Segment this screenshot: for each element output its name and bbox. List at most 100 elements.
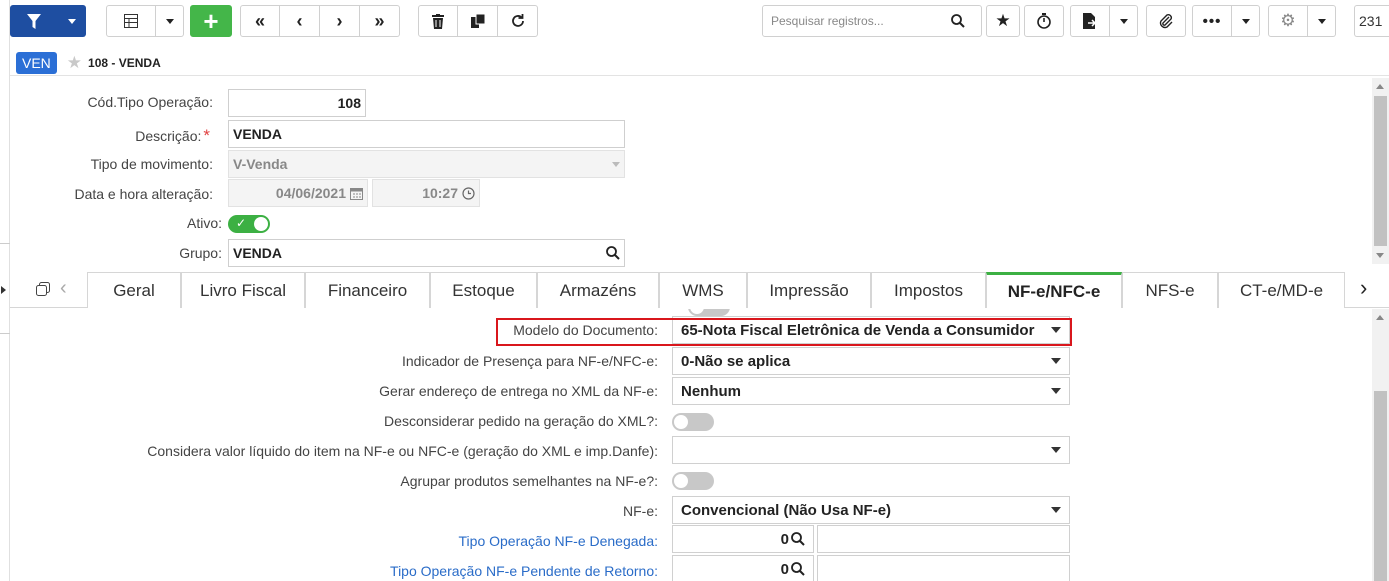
attachment-button[interactable]	[1146, 5, 1186, 37]
favorite-star-icon[interactable]: ★	[67, 53, 82, 73]
duplicate-icon[interactable]	[36, 282, 50, 296]
search-icon[interactable]	[791, 562, 805, 576]
next-record-button[interactable]: ›	[320, 5, 360, 37]
scroll-down-icon[interactable]	[1376, 253, 1384, 258]
prev-record-button[interactable]: ‹	[280, 5, 320, 37]
expand-panel-icon[interactable]	[1, 286, 6, 294]
refresh-button[interactable]	[498, 5, 538, 37]
tab-nfe-nfce[interactable]: NF-e/NFC-e	[986, 272, 1122, 308]
left-panel-strip	[0, 0, 10, 581]
chevron-down-icon	[165, 18, 174, 24]
desconsiderar-toggle[interactable]	[672, 413, 714, 431]
nfe-tab-content: Modelo do Documento: 65-Nota Fiscal Elet…	[10, 309, 1389, 581]
strip-divider	[0, 333, 10, 334]
grid-view-button[interactable]	[106, 5, 156, 37]
search-icon[interactable]	[606, 246, 620, 260]
search-icon[interactable]	[791, 532, 805, 546]
favorite-button[interactable]: ★	[986, 5, 1020, 37]
endereco-select[interactable]: Nenhum	[672, 377, 1070, 405]
denegada-code-field[interactable]: 0	[672, 525, 814, 553]
content-scrollbar[interactable]	[1372, 309, 1389, 581]
search-input[interactable]	[763, 7, 943, 35]
scroll-up-icon[interactable]	[1376, 84, 1384, 89]
considera-select[interactable]	[672, 436, 1070, 464]
highlight-box	[496, 318, 1072, 346]
tipo-label: Tipo de movimento:	[90, 156, 213, 172]
more-dropdown-button[interactable]	[1232, 5, 1260, 37]
delete-button[interactable]	[418, 5, 458, 37]
first-record-button[interactable]: «	[240, 5, 280, 37]
gear-icon: ⚙	[1280, 11, 1296, 30]
date-field: 04/06/2021	[228, 179, 368, 207]
ativo-label: Ativo:	[186, 215, 222, 231]
tab-impressao[interactable]: Impressão	[747, 272, 871, 308]
scrollbar-thumb[interactable]	[1374, 96, 1387, 246]
cod-field[interactable]: 108	[228, 89, 366, 117]
clip-icon	[1159, 14, 1173, 29]
module-badge: VEN	[16, 51, 57, 74]
grupo-label: Grupo:	[179, 245, 222, 261]
tab-nfs-e[interactable]: NFS-e	[1122, 272, 1218, 308]
tab-financeiro[interactable]: Financeiro	[305, 272, 430, 308]
data-label: Data e hora alteração:	[74, 186, 213, 202]
denegada-desc-field[interactable]	[817, 525, 1070, 553]
settings-button[interactable]: ⚙	[1268, 5, 1308, 37]
tab-livro-fiscal[interactable]: Livro Fiscal	[181, 272, 305, 308]
chevron-down-icon	[1051, 447, 1061, 453]
partial-toggle[interactable]	[688, 309, 730, 316]
filter-dropdown-button[interactable]	[58, 5, 86, 37]
ativo-toggle[interactable]: ✓	[228, 215, 270, 233]
app-window: + « ‹ › » ★ •••	[10, 0, 1389, 581]
strip-divider	[0, 243, 10, 244]
grid-view-dropdown-button[interactable]	[156, 5, 184, 37]
tab-ct-e-md-e[interactable]: CT-e/MD-e	[1218, 272, 1345, 308]
filter-button[interactable]	[10, 5, 58, 37]
chevron-down-icon	[1119, 18, 1128, 24]
tab-armazens[interactable]: Armazéns	[537, 272, 659, 308]
settings-dropdown-button[interactable]	[1308, 5, 1336, 37]
tab-wms[interactable]: WMS	[659, 272, 747, 308]
scrollbar-thumb[interactable]	[1374, 391, 1387, 581]
grid-icon	[124, 14, 138, 28]
check-icon: ✓	[236, 216, 247, 230]
tab-scroll-right-icon[interactable]: ›	[1360, 275, 1367, 301]
export-button[interactable]	[1070, 5, 1110, 37]
export-dropdown-button[interactable]	[1110, 5, 1138, 37]
pendente-code-field[interactable]: 0	[672, 555, 814, 581]
nfe-select[interactable]: Convencional (Não Usa NF-e)	[672, 496, 1070, 524]
agrupar-toggle[interactable]	[672, 472, 714, 490]
last-record-button[interactable]: »	[360, 5, 400, 37]
tab-scroll-left-icon[interactable]: ‹	[60, 277, 67, 300]
copy-button[interactable]	[458, 5, 498, 37]
toolbar: + « ‹ › » ★ •••	[10, 0, 1389, 46]
copy-icon	[470, 14, 485, 28]
search-button[interactable]	[943, 14, 973, 28]
pendente-desc-field[interactable]	[817, 555, 1070, 581]
grupo-field[interactable]: VENDA	[228, 239, 625, 267]
tab-bar: ‹ Geral Livro Fiscal Financeiro Estoque …	[10, 268, 1389, 308]
clock-icon	[462, 186, 475, 200]
add-button[interactable]: +	[190, 5, 232, 37]
prev-icon: ‹	[296, 10, 303, 31]
pendente-value: 0	[780, 560, 789, 578]
timer-button[interactable]	[1024, 5, 1064, 37]
tab-geral[interactable]: Geral	[87, 272, 181, 308]
cod-label: Cód.Tipo Operação:	[87, 94, 213, 110]
scroll-up-icon[interactable]	[1376, 315, 1384, 320]
tab-estoque[interactable]: Estoque	[430, 272, 537, 308]
desconsiderar-label: Desconsiderar pedido na geração do XML?:	[384, 413, 658, 429]
calendar-icon	[350, 187, 363, 200]
endereco-label: Gerar endereço de entrega no XML da NF-e…	[379, 383, 658, 399]
search-box	[762, 5, 982, 37]
denegada-label[interactable]: Tipo Operação NF-e Denegada:	[110, 533, 658, 549]
more-button[interactable]: •••	[1192, 5, 1232, 37]
presenca-select[interactable]: 0-Não se aplica	[672, 347, 1070, 375]
header-scrollbar[interactable]	[1372, 78, 1389, 264]
next-icon: ›	[336, 10, 343, 31]
pendente-label[interactable]: Tipo Operação NF-e Pendente de Retorno:	[110, 563, 658, 579]
record-count: 231	[1354, 5, 1389, 37]
desc-field[interactable]: VENDA	[228, 120, 625, 148]
first-icon: «	[254, 10, 265, 31]
tab-impostos[interactable]: Impostos	[871, 272, 986, 308]
chevron-down-icon	[1317, 18, 1326, 24]
